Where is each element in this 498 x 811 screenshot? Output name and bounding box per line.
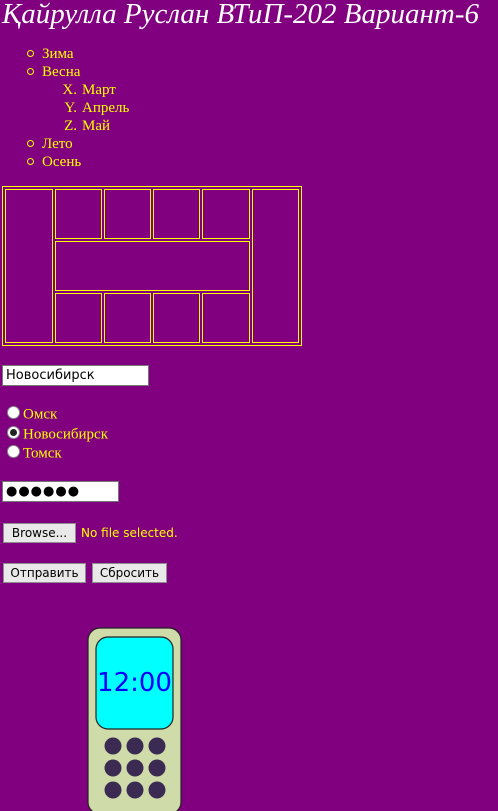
table-cell-right — [252, 189, 299, 343]
month-marker: Z. — [64, 118, 77, 134]
phone-key — [126, 737, 144, 755]
radio-tomsk[interactable]: Томск — [7, 443, 62, 463]
file-status-text: No file selected. — [81, 526, 178, 540]
season-label: Лето — [42, 136, 73, 152]
reset-button[interactable]: Сбросить — [92, 563, 167, 583]
table-cell-middle — [55, 241, 250, 291]
table-cell-top-3 — [153, 189, 200, 239]
circle-bullet-icon — [27, 50, 34, 57]
radio-label: Томск — [23, 445, 62, 462]
table-cell-bottom-4 — [202, 293, 250, 343]
phone-key — [104, 759, 122, 777]
phone-key — [104, 781, 122, 799]
radio-button-selected[interactable] — [7, 426, 20, 440]
phone-key — [104, 737, 122, 755]
month-marker: X. — [62, 82, 77, 98]
radio-button[interactable] — [7, 406, 20, 420]
circle-bullet-icon — [27, 140, 34, 147]
table-cell-top-4 — [202, 189, 250, 239]
table-cell-top-1 — [55, 189, 102, 239]
radio-label: Новосибирск — [23, 426, 108, 443]
radio-button[interactable] — [7, 445, 20, 459]
month-label: Май — [82, 118, 111, 134]
list-item-spring: Весна — [0, 63, 260, 81]
list-item-winter: Зима — [0, 45, 260, 63]
phone-graphic: 12:00 — [87, 627, 182, 811]
circle-bullet-icon — [27, 158, 34, 165]
phone-svg: 12:00 — [87, 627, 182, 811]
page: Қайрулла Руслан ВТиП-202 Вариант-6 Зима … — [0, 0, 498, 811]
phone-key — [126, 781, 144, 799]
layout-table — [2, 186, 302, 346]
browse-button[interactable]: Browse... — [3, 523, 76, 543]
list-item-summer: Лето — [0, 135, 260, 153]
season-list: Зима Весна X. Март Y. Апрель Z. Май Лето… — [0, 45, 260, 171]
month-label: Апрель — [82, 100, 130, 116]
phone-key — [126, 759, 144, 777]
table-cell-top-2 — [104, 189, 151, 239]
phone-key — [148, 737, 166, 755]
list-item-may: Z. Май — [0, 117, 260, 135]
list-item-autumn: Осень — [0, 153, 260, 171]
month-marker: Y. — [64, 100, 77, 116]
season-label: Весна — [42, 64, 81, 80]
season-label: Зима — [42, 46, 74, 62]
city-input[interactable]: Новосибирск — [2, 365, 149, 386]
month-label: Март — [82, 82, 116, 98]
phone-key — [148, 759, 166, 777]
submit-button[interactable]: Отправить — [3, 563, 86, 583]
page-title: Қайрулла Руслан ВТиП-202 Вариант-6 — [2, 0, 479, 30]
table-cell-bottom-2 — [104, 293, 151, 343]
list-item-march: X. Март — [0, 81, 260, 99]
table-cell-left — [5, 189, 53, 343]
phone-key — [148, 781, 166, 799]
table-cell-bottom-1 — [55, 293, 102, 343]
password-field[interactable]: ●●●●●● — [2, 481, 119, 502]
table-cell-bottom-3 — [153, 293, 200, 343]
phone-clock-text: 12:00 — [97, 668, 172, 698]
radio-omsk[interactable]: Омск — [7, 404, 57, 424]
season-label: Осень — [42, 154, 82, 170]
radio-label: Омск — [23, 406, 58, 423]
list-item-april: Y. Апрель — [0, 99, 260, 117]
phone-keypad — [104, 737, 166, 799]
circle-bullet-icon — [27, 68, 34, 75]
radio-novosibirsk[interactable]: Новосибирск — [7, 424, 108, 444]
